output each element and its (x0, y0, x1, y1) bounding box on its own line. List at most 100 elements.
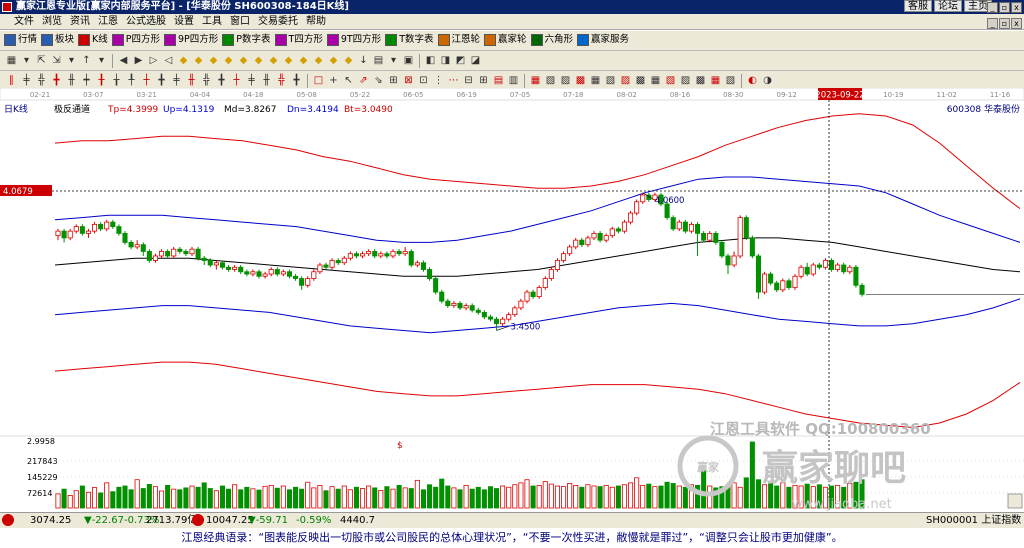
analysis-tool-icon[interactable]: ▨ (619, 74, 632, 88)
analysis-tool-icon[interactable]: ┿ (80, 74, 93, 88)
toolbar-btn-2[interactable]: K线 (78, 31, 108, 49)
analysis-tool-icon[interactable]: ▦ (589, 74, 602, 88)
draw-tool-icon[interactable]: ▾ (65, 54, 78, 68)
draw-tool-icon[interactable]: ▦ (5, 54, 18, 68)
analysis-tool-icon[interactable]: ┼ (230, 74, 243, 88)
draw-tool-icon[interactable]: ◪ (469, 54, 482, 68)
analysis-tool-icon[interactable]: ↖ (342, 74, 355, 88)
analysis-tool-icon[interactable]: ⋯ (447, 74, 460, 88)
analysis-tool-icon[interactable]: ╪ (20, 74, 33, 88)
analysis-tool-icon[interactable]: + (327, 74, 340, 88)
menu-settings[interactable]: 设置 (170, 14, 198, 30)
analysis-tool-icon[interactable]: ╀ (125, 74, 138, 88)
chart-area[interactable]: 02-21 03-07 03-21 04-04 04-18 05-08 05-22 06-05… (0, 88, 1024, 512)
draw-tool-icon[interactable]: ◆ (327, 54, 340, 68)
draw-tool-icon[interactable]: ◆ (192, 54, 205, 68)
analysis-tool-icon[interactable]: ▧ (604, 74, 617, 88)
analysis-tool-icon[interactable]: □ (312, 74, 325, 88)
draw-tool-icon[interactable]: ◆ (177, 54, 190, 68)
analysis-tool-icon[interactable]: ╋ (215, 74, 228, 88)
analysis-tool-icon[interactable]: ╂ (95, 74, 108, 88)
analysis-tool-icon[interactable]: ▥ (507, 74, 520, 88)
draw-tool-icon[interactable]: ◆ (222, 54, 235, 68)
analysis-tool-icon[interactable]: ▧ (664, 74, 677, 88)
draw-tool-icon[interactable]: ◆ (237, 54, 250, 68)
toolbar-btn-6[interactable]: T四方形 (274, 31, 323, 49)
draw-tool-icon[interactable]: ▷ (147, 54, 160, 68)
analysis-tool-icon[interactable]: ▨ (559, 74, 572, 88)
draw-tool-icon[interactable]: ▾ (387, 54, 400, 68)
analysis-tool-icon[interactable]: ╬ (200, 74, 213, 88)
menu-browse[interactable]: 浏览 (38, 14, 66, 30)
minimize-button[interactable]: _ (987, 2, 998, 13)
menu-trade[interactable]: 交易委托 (254, 14, 302, 30)
analysis-tool-icon[interactable]: ╫ (65, 74, 78, 88)
analysis-tool-icon[interactable]: ╫ (260, 74, 273, 88)
toolbar-btn-3[interactable]: P四方形 (111, 31, 160, 49)
toolbar-btn-7[interactable]: 9T四方形 (326, 31, 381, 49)
analysis-tool-icon[interactable]: ▤ (492, 74, 505, 88)
analysis-tool-icon[interactable]: ╁ (110, 74, 123, 88)
menu-tools[interactable]: 工具 (198, 14, 226, 30)
analysis-tool-icon[interactable]: ◐ (746, 74, 759, 88)
draw-tool-icon[interactable]: ⇲ (50, 54, 63, 68)
draw-tool-icon[interactable]: ◧ (424, 54, 437, 68)
analysis-tool-icon[interactable]: ▩ (574, 74, 587, 88)
analysis-tool-icon[interactable]: ╋ (290, 74, 303, 88)
analysis-tool-icon[interactable]: ╫ (185, 74, 198, 88)
analysis-tool-icon[interactable]: ▩ (694, 74, 707, 88)
maximize-button[interactable]: ▫ (999, 2, 1010, 13)
analysis-tool-icon[interactable]: ⊡ (417, 74, 430, 88)
link-service[interactable]: 客服 (904, 0, 932, 12)
toolbar-btn-12[interactable]: 赢家服务 (577, 31, 629, 49)
analysis-tool-icon[interactable]: ▨ (679, 74, 692, 88)
toolbar-btn-5[interactable]: P数字表 (222, 31, 271, 49)
analysis-tool-icon[interactable]: ⊞ (477, 74, 490, 88)
analysis-tool-icon[interactable]: ╪ (170, 74, 183, 88)
close-button[interactable]: x (1011, 2, 1022, 13)
link-forum[interactable]: 论坛 (934, 0, 962, 12)
draw-tool-icon[interactable]: ◨ (439, 54, 452, 68)
draw-tool-icon[interactable]: ◁ (162, 54, 175, 68)
analysis-tool-icon[interactable]: ╋ (155, 74, 168, 88)
analysis-tool-icon[interactable]: ╋ (50, 74, 63, 88)
draw-tool-icon[interactable]: ◩ (454, 54, 467, 68)
draw-tool-icon[interactable]: ◆ (282, 54, 295, 68)
draw-tool-icon[interactable]: ▤ (372, 54, 385, 68)
analysis-tool-icon[interactable]: ▧ (544, 74, 557, 88)
analysis-tool-icon[interactable]: ⇘ (372, 74, 385, 88)
analysis-tool-icon[interactable]: ⊞ (387, 74, 400, 88)
analysis-tool-icon[interactable]: ∥ (5, 74, 18, 88)
analysis-tool-icon[interactable]: ⋮ (432, 74, 445, 88)
toolbar-btn-11[interactable]: 六角形 (530, 31, 573, 49)
status-index-name[interactable]: SH000001 上证指数 (926, 513, 1021, 528)
analysis-tool-icon[interactable]: ⊠ (402, 74, 415, 88)
menu-file[interactable]: 文件 (0, 14, 38, 30)
analysis-tool-icon[interactable]: ▧ (724, 74, 737, 88)
analysis-tool-icon[interactable]: ┼ (140, 74, 153, 88)
draw-tool-icon[interactable]: ◆ (312, 54, 325, 68)
draw-tool-icon[interactable]: ⇱ (35, 54, 48, 68)
draw-tool-icon[interactable]: ▾ (95, 54, 108, 68)
analysis-tool-icon[interactable]: ⇗ (357, 74, 370, 88)
menu-info[interactable]: 资讯 (66, 14, 94, 30)
draw-tool-icon[interactable]: ◆ (297, 54, 310, 68)
analysis-tool-icon[interactable]: ⊟ (462, 74, 475, 88)
analysis-tool-icon[interactable]: ▦ (649, 74, 662, 88)
sh-index-icon[interactable] (2, 514, 14, 526)
kline-chart[interactable]: 02-21 03-07 03-21 04-04 04-18 05-08 05-22 06-05… (0, 88, 1024, 512)
draw-tool-icon[interactable]: ◆ (207, 54, 220, 68)
toolbar-btn-4[interactable]: 9P四方形 (164, 31, 218, 49)
analysis-tool-icon[interactable]: ◑ (761, 74, 774, 88)
draw-tool-icon[interactable]: ◆ (267, 54, 280, 68)
child-minimize-button[interactable]: _ (987, 18, 998, 29)
sz-index-icon[interactable] (192, 514, 204, 526)
toolbar-btn-8[interactable]: T数字表 (385, 31, 434, 49)
child-close-button[interactable]: x (1011, 18, 1022, 29)
analysis-tool-icon[interactable]: ╬ (35, 74, 48, 88)
analysis-tool-icon[interactable]: ▦ (529, 74, 542, 88)
draw-tool-icon[interactable]: ◀ (117, 54, 130, 68)
draw-tool-icon[interactable]: ▶ (132, 54, 145, 68)
analysis-tool-icon[interactable]: ▦ (709, 74, 722, 88)
draw-tool-icon[interactable]: ◆ (342, 54, 355, 68)
